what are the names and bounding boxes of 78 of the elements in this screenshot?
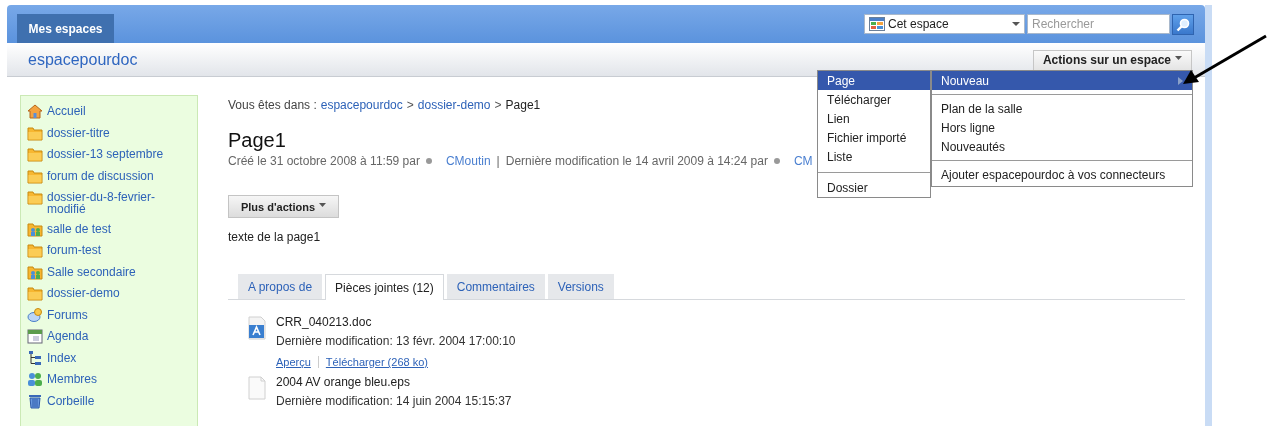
sidebar-item[interactable]: Corbeille [27, 391, 197, 413]
search-field[interactable]: Rechercher [1027, 14, 1170, 34]
breadcrumb-link[interactable]: dossier-demo [417, 98, 491, 112]
space-actions-button[interactable]: Actions sur un espace [1032, 49, 1192, 71]
sidebar-item[interactable]: Agenda [27, 327, 197, 349]
sidebar-item[interactable]: forum-test [27, 241, 197, 263]
menu-item[interactable]: Ajouter espacepourdoc à vos connecteurs [932, 165, 1192, 184]
page-meta-text: Dernière modification le 14 avril 2009 à 14:24 par [505, 154, 768, 168]
tab[interactable]: A propos de [238, 274, 323, 299]
file-link[interactable]: Télécharger (268 ko) [317, 356, 435, 368]
breadcrumb-text: Vous êtes dans : [228, 98, 317, 112]
file-name: CRR_040213.doc [276, 314, 373, 330]
breadcrumb-separator: > [494, 98, 502, 112]
tab[interactable]: Commentaires [446, 274, 545, 299]
sidebar-item[interactable]: salle de test [27, 219, 197, 241]
blank-file-icon [248, 376, 266, 400]
grid-icon [869, 17, 885, 31]
status-dot-icon [773, 158, 780, 164]
sidebar-item[interactable]: Accueil [27, 102, 197, 124]
sidebar-item[interactable]: dossier-demo [27, 284, 197, 306]
sidebar-item[interactable]: Membres [27, 370, 197, 392]
breadcrumb-separator: > [406, 98, 414, 112]
sidebar-item[interactable]: dossier-du-8-fevrier-modifié [27, 188, 197, 220]
calendar-icon [27, 328, 43, 344]
folder-icon [27, 167, 43, 184]
sidebar-item[interactable]: dossier-13 septembre [27, 145, 197, 167]
sidebar-item[interactable]: Index [27, 348, 197, 370]
more-actions-button[interactable]: Plus d'actions [228, 195, 339, 218]
home-icon [27, 103, 43, 119]
menu-item[interactable]: Dossier [818, 178, 930, 197]
menu-item[interactable]: Nouveautés [932, 137, 1192, 156]
breadcrumb-text: Page1 [505, 98, 541, 112]
search-button[interactable] [1172, 14, 1194, 35]
file-modified: Dernière modification: 14 juin 2004 15:15:37 [276, 394, 512, 408]
menu-item[interactable]: Télécharger [818, 90, 930, 109]
menu-item[interactable]: Nouveau [932, 71, 1192, 90]
caret-icon [1012, 22, 1020, 26]
tab[interactable]: Versions [547, 274, 614, 299]
tree-icon [27, 349, 43, 366]
menu-item[interactable]: Hors ligne [932, 118, 1192, 137]
sidebar-item[interactable]: Forums [27, 305, 197, 327]
trash-icon [27, 392, 43, 409]
breadcrumb-link[interactable]: espacepourdoc [320, 98, 403, 112]
menu-item[interactable]: Liste [818, 147, 930, 166]
folder-icon [27, 146, 43, 162]
folder-icon [27, 189, 43, 205]
menu-item[interactable]: Fichier importé [818, 128, 930, 147]
scope-dropdown[interactable]: Cet espace [864, 14, 1025, 34]
folder-icon [27, 285, 43, 301]
file-name: 2004 AV orange bleu.eps [276, 374, 411, 390]
menu-item[interactable]: Lien [818, 109, 930, 128]
document-icon [248, 316, 266, 340]
tab[interactable]: Pièces jointes (12) [325, 274, 444, 300]
people-folder-icon [27, 263, 43, 280]
folder-icon [27, 124, 43, 141]
file-link[interactable]: Aperçu [276, 356, 318, 368]
sidebar-item[interactable]: dossier-titre [27, 123, 197, 145]
status-dot-icon [425, 158, 432, 164]
search-icon [1176, 17, 1190, 32]
people-icon [27, 371, 43, 387]
page-title: Page1 [228, 129, 286, 152]
sidebar-item[interactable]: Salle secondaire [27, 262, 197, 284]
caret-icon [1175, 56, 1182, 60]
author-link[interactable]: CMoutin [445, 154, 491, 168]
page-body-text: texte de la page1 [228, 230, 322, 244]
menu-item[interactable]: Page [818, 71, 930, 90]
space-title: espacepourdoc [28, 50, 138, 69]
speech-bubble-icon [27, 306, 43, 323]
author-link[interactable]: CM [793, 154, 813, 168]
file-modified: Dernière modification: 13 févr. 2004 17:00:10 [276, 334, 516, 348]
page-meta-text: Créé le 31 octobre 2008 à 11:59 par [228, 154, 420, 168]
caret-icon [319, 202, 327, 207]
meta-separator: | [496, 154, 500, 168]
menu-item[interactable]: Plan de la salle [932, 99, 1192, 118]
sidebar-item[interactable]: forum de discussion [27, 166, 197, 188]
spaces-tab[interactable]: Mes espaces [17, 14, 114, 43]
people-folder-icon [27, 220, 43, 237]
folder-icon [27, 242, 43, 258]
